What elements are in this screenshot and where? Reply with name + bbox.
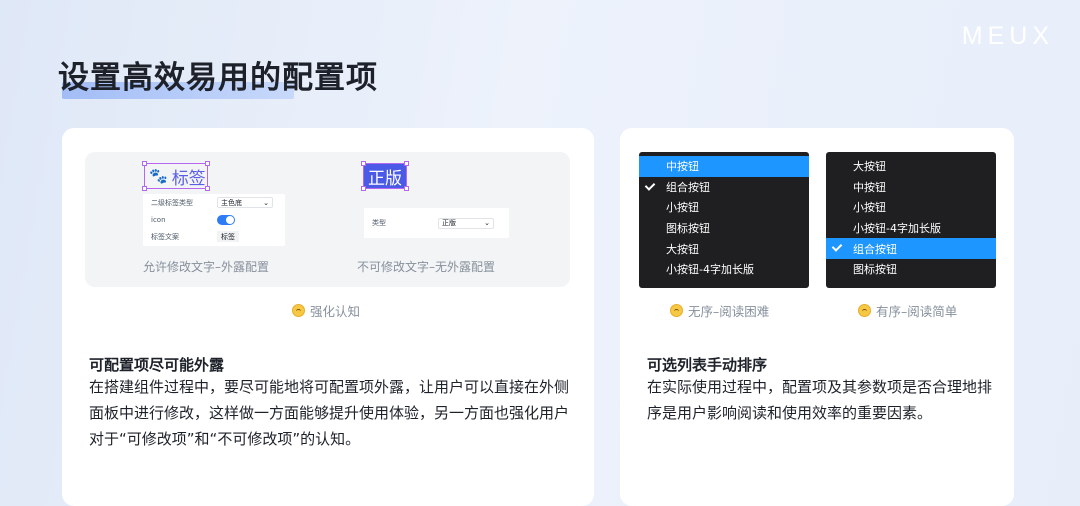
list-item[interactable]: 小按钮: [826, 197, 996, 218]
tag-label: 正版: [368, 168, 402, 189]
list-item[interactable]: 图标按钮: [639, 218, 809, 239]
right-card: 中按钮 组合按钮 小按钮 图标按钮 大按钮 小按钮-4字加长版 大按钮 中按钮 …: [620, 128, 1014, 506]
check-icon: [831, 241, 843, 253]
demo-caption-editable: 允许修改文字–外露配置: [143, 260, 270, 274]
config-row-icon: icon: [143, 211, 285, 228]
demo-area: 🐾 标签 二级标签类型 主色底 ⌄ icon 标签文案 标签 允许修改文字–外露…: [85, 152, 570, 287]
tag-fixed-preview[interactable]: 正版: [361, 161, 409, 191]
title-block: 设置高效易用的配置项: [58, 52, 378, 99]
list-item[interactable]: 大按钮: [639, 238, 809, 259]
section-title: 可选列表手动排序: [647, 356, 768, 374]
smile-emoji-icon: [858, 304, 871, 317]
config-row-type: 类型 正版 ⌄: [364, 208, 509, 238]
list-item[interactable]: 中按钮: [639, 156, 809, 177]
list-item[interactable]: 大按钮: [826, 156, 996, 177]
section-title: 可配置项尽可能外露: [89, 356, 225, 374]
config-row-text: 标签文案 标签: [143, 228, 285, 245]
config-panel-fixed: 类型 正版 ⌄: [364, 208, 509, 238]
emoji-caption-unordered: 无序–阅读困难: [670, 301, 769, 320]
list-item[interactable]: 中按钮: [826, 177, 996, 198]
emoji-caption: 强化认知: [292, 301, 360, 320]
section-body: 在搭建组件过程中，要尽可能地将可配置项外露，让用户可以直接在外侧面板中进行修改，…: [89, 378, 570, 448]
list-item[interactable]: 图标按钮: [826, 259, 996, 280]
smile-emoji-icon: [292, 304, 305, 317]
icon-toggle[interactable]: [217, 214, 235, 225]
unordered-list-demo: 中按钮 组合按钮 小按钮 图标按钮 大按钮 小按钮-4字加长版: [639, 152, 809, 288]
list-item[interactable]: 组合按钮: [826, 238, 996, 259]
demo-caption-fixed: 不可修改文字–无外露配置: [357, 260, 496, 274]
left-card: 🐾 标签 二级标签类型 主色底 ⌄ icon 标签文案 标签 允许修改文字–外露…: [62, 128, 594, 506]
tag-text-input[interactable]: 标签: [217, 231, 239, 242]
config-row-type: 二级标签类型 主色底 ⌄: [143, 194, 285, 211]
emoji-caption-ordered: 有序–阅读简单: [858, 301, 957, 320]
type-select[interactable]: 主色底 ⌄: [217, 197, 273, 208]
ordered-list-demo: 大按钮 中按钮 小按钮 小按钮-4字加长版 组合按钮 图标按钮: [826, 152, 996, 288]
grimace-emoji-icon: [670, 304, 683, 317]
section-body: 在实际使用过程中，配置项及其参数项是否合理地排序是用户影响阅读和使用效率的重要因…: [647, 378, 993, 422]
list-item[interactable]: 小按钮-4字加长版: [826, 218, 996, 239]
list-item[interactable]: 组合按钮: [639, 177, 809, 198]
page-title: 设置高效易用的配置项: [58, 60, 378, 96]
list-item[interactable]: 小按钮: [639, 197, 809, 218]
chevron-down-icon: ⌄: [263, 198, 269, 207]
type-select[interactable]: 正版 ⌄: [438, 217, 494, 229]
paw-icon: 🐾: [149, 167, 168, 185]
tag-editable-preview[interactable]: 🐾 标签: [142, 161, 210, 191]
chevron-down-icon: ⌄: [484, 219, 490, 227]
meux-logo: MEUX: [961, 22, 1054, 50]
check-icon: [644, 179, 656, 191]
tag-label: 标签: [171, 168, 206, 189]
list-item[interactable]: 小按钮-4字加长版: [639, 259, 809, 280]
config-panel-editable: 二级标签类型 主色底 ⌄ icon 标签文案 标签: [143, 194, 285, 246]
